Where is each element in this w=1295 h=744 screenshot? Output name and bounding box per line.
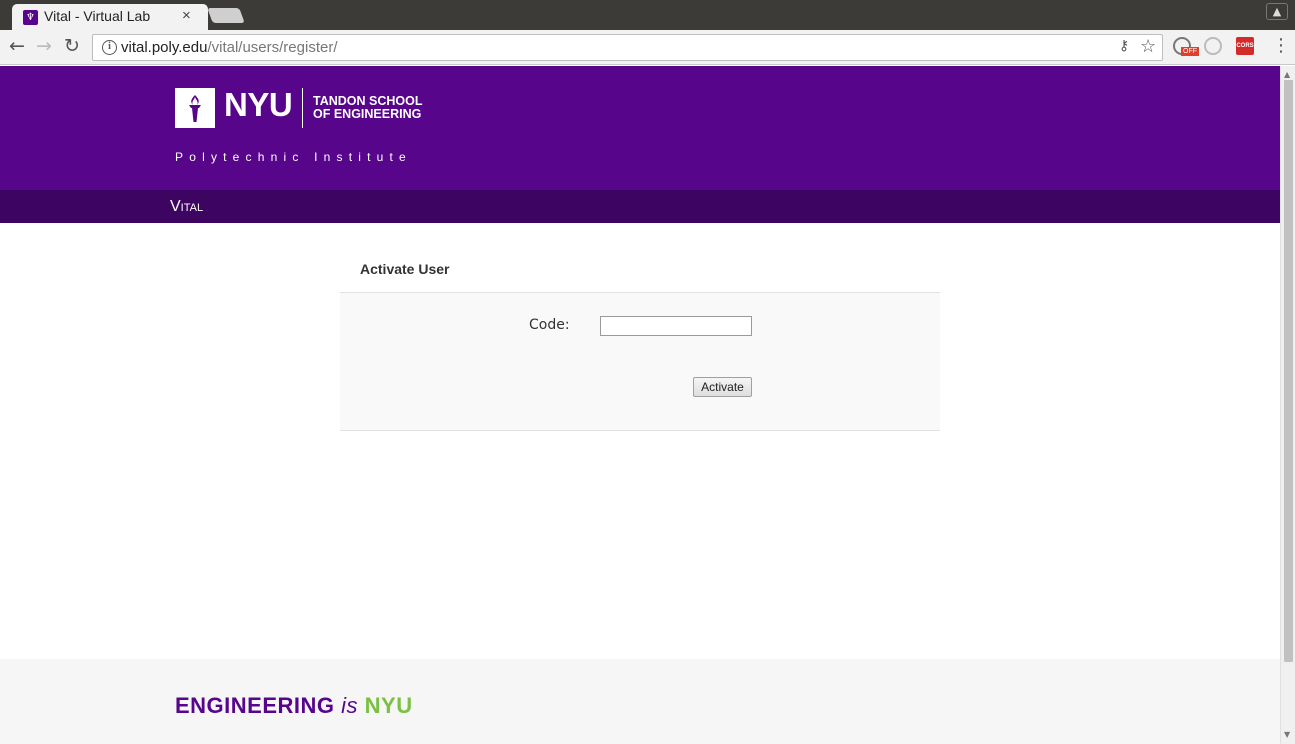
back-arrow-icon[interactable]: ← xyxy=(9,35,25,57)
scrollbar-thumb[interactable] xyxy=(1284,80,1293,662)
browser-tab-bar: ♆ Vital - Virtual Lab × ▲ xyxy=(0,0,1295,30)
browser-tab[interactable]: ♆ Vital - Virtual Lab × xyxy=(12,4,208,30)
school-name-line2: OF ENGINEERING xyxy=(313,107,422,121)
browser-toolbar: ← → ↻ i vital.poly.edu/vital/users/regis… xyxy=(0,30,1295,65)
site-header: NYU TANDON SCHOOL OF ENGINEERING Polytec… xyxy=(0,66,1280,190)
cors-extension-icon[interactable]: CORS xyxy=(1236,37,1254,55)
torch-icon xyxy=(189,95,201,122)
url-host: vital.poly.edu xyxy=(121,39,208,56)
site-footer: ENGINEERING is NYU xyxy=(0,659,1280,744)
browser-menu-icon[interactable]: ⋮ xyxy=(1272,35,1290,56)
page-viewport: NYU TANDON SCHOOL OF ENGINEERING Polytec… xyxy=(0,66,1280,744)
key-icon[interactable]: ⚷ xyxy=(1119,38,1129,54)
url-path: /vital/users/register/ xyxy=(207,39,338,56)
nyu-torch-logo-icon[interactable] xyxy=(175,88,215,128)
scroll-up-arrow-icon[interactable]: ▲ xyxy=(1284,70,1290,79)
address-bar[interactable]: i vital.poly.edu/vital/users/register/ ⚷… xyxy=(92,34,1163,61)
new-tab-button[interactable] xyxy=(207,8,245,23)
logo-divider xyxy=(302,88,303,128)
activate-form-panel: Code: Activate xyxy=(340,292,940,431)
institute-name: Polytechnic Institute xyxy=(175,150,412,164)
forward-arrow-icon[interactable]: → xyxy=(36,35,52,57)
extension-off-badge: OFF xyxy=(1181,47,1199,56)
profile-icon[interactable]: ▲ xyxy=(1266,3,1288,20)
close-tab-icon[interactable]: × xyxy=(182,7,191,24)
extension-globe-icon[interactable] xyxy=(1204,37,1222,55)
scroll-down-arrow-icon[interactable]: ▼ xyxy=(1284,730,1290,739)
reload-icon[interactable]: ↻ xyxy=(64,35,80,57)
tab-title: Vital - Virtual Lab xyxy=(44,8,151,24)
page-title: Activate User xyxy=(360,261,450,277)
activate-button[interactable]: Activate xyxy=(693,377,752,397)
tagline-engineering: ENGINEERING xyxy=(175,693,335,718)
code-label: Code: xyxy=(529,317,570,333)
bookmark-star-icon[interactable]: ☆ xyxy=(1140,36,1156,57)
tagline-is: is xyxy=(341,693,359,718)
extension-off-icon[interactable]: OFF xyxy=(1173,37,1199,56)
engineering-is-nyu-tagline: ENGINEERING is NYU xyxy=(175,693,413,719)
site-info-icon[interactable]: i xyxy=(102,40,117,55)
url-text[interactable]: vital.poly.edu/vital/users/register/ xyxy=(121,39,338,56)
tagline-nyu: NYU xyxy=(364,693,413,718)
site-nav: Vital xyxy=(0,190,1280,223)
vital-home-link[interactable]: Vital xyxy=(170,198,203,216)
code-input[interactable] xyxy=(600,316,752,336)
school-name: TANDON SCHOOL OF ENGINEERING xyxy=(313,95,423,121)
nyu-wordmark: NYU xyxy=(224,86,293,123)
vertical-scrollbar[interactable]: ▲ ▼ xyxy=(1280,66,1295,744)
nyu-torch-favicon-icon: ♆ xyxy=(23,10,38,25)
